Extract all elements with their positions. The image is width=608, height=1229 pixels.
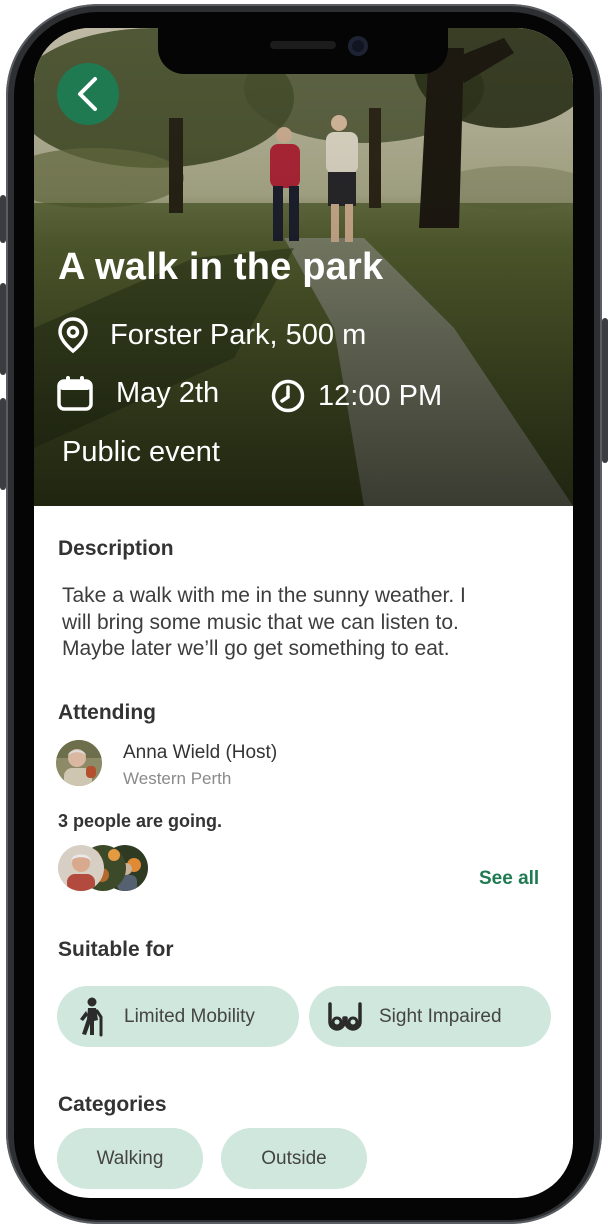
see-all-link[interactable]: See all: [479, 868, 539, 890]
chip-limited-mobility[interactable]: Limited Mobility: [57, 986, 299, 1047]
walking-cane-person-icon: [80, 997, 103, 1036]
description-line: will bring some music that we can listen…: [62, 610, 459, 634]
location-pin-icon: [58, 317, 88, 354]
speaker-grille: [270, 41, 336, 49]
calendar-icon: [57, 376, 93, 411]
going-count: 3 people are going.: [58, 811, 223, 831]
attendee-photo: [58, 845, 104, 891]
volume-down-button: [0, 398, 6, 490]
host-photo: [56, 740, 102, 786]
back-button[interactable]: [57, 63, 119, 125]
description-text: Take a walk with me in the sunny weather…: [62, 583, 542, 663]
chevron-left-icon: [78, 77, 97, 111]
volume-up-button: [0, 283, 6, 375]
clock-icon: [271, 379, 305, 413]
event-title: A walk in the park: [58, 246, 384, 288]
host-name[interactable]: Anna Wield (Host): [123, 742, 277, 764]
attendee-avatars[interactable]: [58, 845, 150, 891]
attendee-avatar: [58, 845, 104, 891]
suitable-for-heading: Suitable for: [58, 938, 174, 961]
silent-switch: [0, 195, 6, 243]
event-time: 12:00 PM: [270, 378, 442, 414]
description-line: Maybe later we’ll go get something to ea…: [62, 637, 450, 660]
description-heading: Description: [58, 537, 174, 560]
categories-heading: Categories: [58, 1093, 167, 1116]
chip-label: Limited Mobility: [124, 1005, 255, 1027]
event-visibility: Public event: [62, 436, 220, 468]
description-line: Take a walk with me in the sunny weather…: [62, 584, 466, 607]
chip-sight-impaired[interactable]: Sight Impaired: [309, 986, 551, 1047]
chip-label: Sight Impaired: [379, 1005, 502, 1027]
host-location: Western Perth: [123, 769, 232, 788]
power-button: [602, 318, 608, 463]
chip-label: Walking: [96, 1147, 164, 1169]
screen: A walk in the park Forster Park, 500 m M…: [34, 28, 573, 1198]
category-chip-walking[interactable]: Walking: [57, 1128, 203, 1189]
event-date-text: May 2th: [116, 376, 220, 409]
event-hero-image: A walk in the park Forster Park, 500 m M…: [34, 28, 573, 506]
event-time-text: 12:00 PM: [318, 379, 443, 412]
host-avatar[interactable]: [56, 740, 102, 786]
attending-heading: Attending: [58, 701, 156, 724]
event-location-text: Forster Park, 500 m: [110, 318, 367, 351]
category-chip-outside[interactable]: Outside: [221, 1128, 367, 1189]
event-date: May 2th: [56, 374, 219, 412]
event-location: Forster Park, 500 m: [56, 316, 366, 354]
front-camera: [348, 36, 368, 56]
glasses-icon: [328, 1001, 362, 1031]
chip-label: Outside: [261, 1147, 327, 1169]
device-notch: [158, 28, 448, 74]
